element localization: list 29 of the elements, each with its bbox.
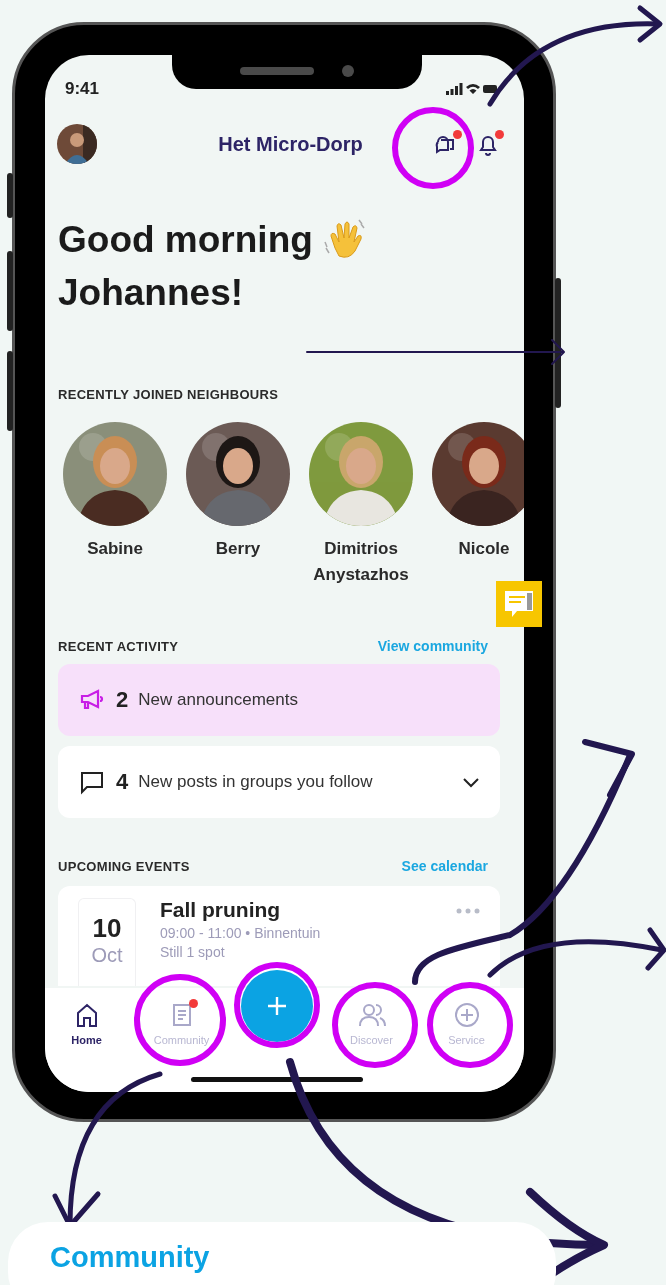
event-month: Oct xyxy=(91,944,123,967)
event-day: 10 xyxy=(92,913,122,944)
event-details: 09:00 - 11:00 • Binnentuin xyxy=(160,925,322,941)
status-icons xyxy=(446,82,498,96)
posts-card[interactable]: 4 New posts in groups you follow xyxy=(58,746,500,818)
neighbour-name[interactable]: Nicole xyxy=(458,536,510,562)
event-note: Still 1 spot xyxy=(160,944,226,960)
neighbour-name[interactable]: Sabine xyxy=(87,536,143,562)
announcements-card[interactable]: 2 New announcements xyxy=(58,664,500,736)
section-heading: RECENT ACTIVITY xyxy=(58,638,179,654)
section-heading: RECENTLY JOINED NEIGHBOURS xyxy=(58,387,279,402)
section-heading: UPCOMING EVENTS xyxy=(58,858,190,874)
callout-title: Community xyxy=(50,1241,210,1273)
greeting-text: Good morning xyxy=(58,219,313,261)
app-title: Het Micro-Dorp xyxy=(217,132,364,156)
event-card[interactable]: 10 Oct Fall pruning 09:00 - 11:00 • Binnentuin Still 1 spot xyxy=(58,886,500,986)
nav-tab[interactable]: Home xyxy=(45,988,134,1046)
neighbour-name[interactable]: Dimitrios Anystazhos xyxy=(309,536,413,588)
activity-count: 2 xyxy=(116,687,129,713)
activity-count: 4 xyxy=(116,769,129,795)
greeting-name: Johannes! xyxy=(58,271,244,315)
status-time: 9:41 xyxy=(65,79,100,99)
plus-icon xyxy=(265,995,288,1017)
activity-text: New posts in groups you follow xyxy=(138,772,374,792)
event-title: Fall pruning xyxy=(160,898,282,922)
neighbour-name[interactable]: Berry xyxy=(215,536,261,562)
activity-text: New announcements xyxy=(138,690,299,710)
chevron-down-icon[interactable] xyxy=(462,776,480,788)
comment-icon[interactable] xyxy=(496,581,542,627)
